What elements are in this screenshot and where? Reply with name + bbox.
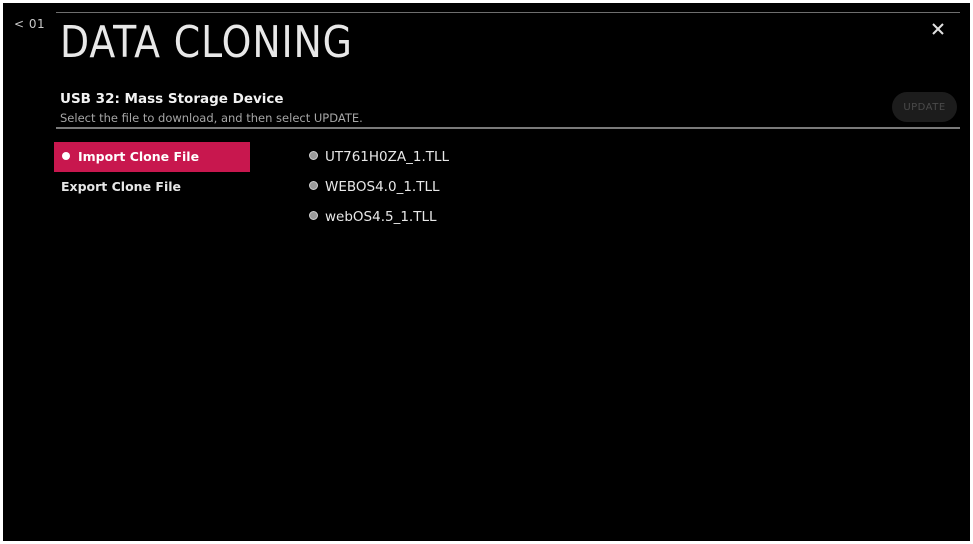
menu-item-label: Import Clone File: [78, 149, 200, 164]
back-button[interactable]: < 01: [14, 17, 45, 31]
instruction-text: Select the file to download, and then se…: [60, 111, 363, 125]
radio-icon: [309, 151, 318, 160]
radio-icon: [309, 181, 318, 190]
clone-menu: Import Clone File Export Clone File: [54, 142, 250, 202]
menu-item-import-clone-file[interactable]: Import Clone File: [54, 142, 250, 172]
top-divider: [56, 12, 960, 13]
update-button[interactable]: UPDATE: [892, 92, 957, 122]
file-list: UT761H0ZA_1.TLL WEBOS4.0_1.TLL webOS4.5_…: [309, 142, 709, 232]
close-icon[interactable]: [928, 19, 948, 39]
file-name: UT761H0ZA_1.TLL: [325, 149, 450, 165]
file-item[interactable]: UT761H0ZA_1.TLL: [309, 142, 709, 172]
header-divider: [56, 127, 960, 129]
file-name: WEBOS4.0_1.TLL: [325, 179, 440, 195]
device-name: USB 32: Mass Storage Device: [60, 91, 284, 107]
radio-icon: [309, 211, 318, 220]
data-cloning-screen: < 01 DATA CLONING USB 32: Mass Storage D…: [3, 3, 970, 541]
file-item[interactable]: webOS4.5_1.TLL: [309, 202, 709, 232]
menu-item-export-clone-file[interactable]: Export Clone File: [54, 172, 250, 202]
page-title: DATA CLONING: [60, 17, 353, 68]
file-name: webOS4.5_1.TLL: [325, 209, 437, 225]
file-item[interactable]: WEBOS4.0_1.TLL: [309, 172, 709, 202]
selected-dot-icon: [62, 152, 70, 160]
menu-item-label: Export Clone File: [61, 179, 181, 194]
